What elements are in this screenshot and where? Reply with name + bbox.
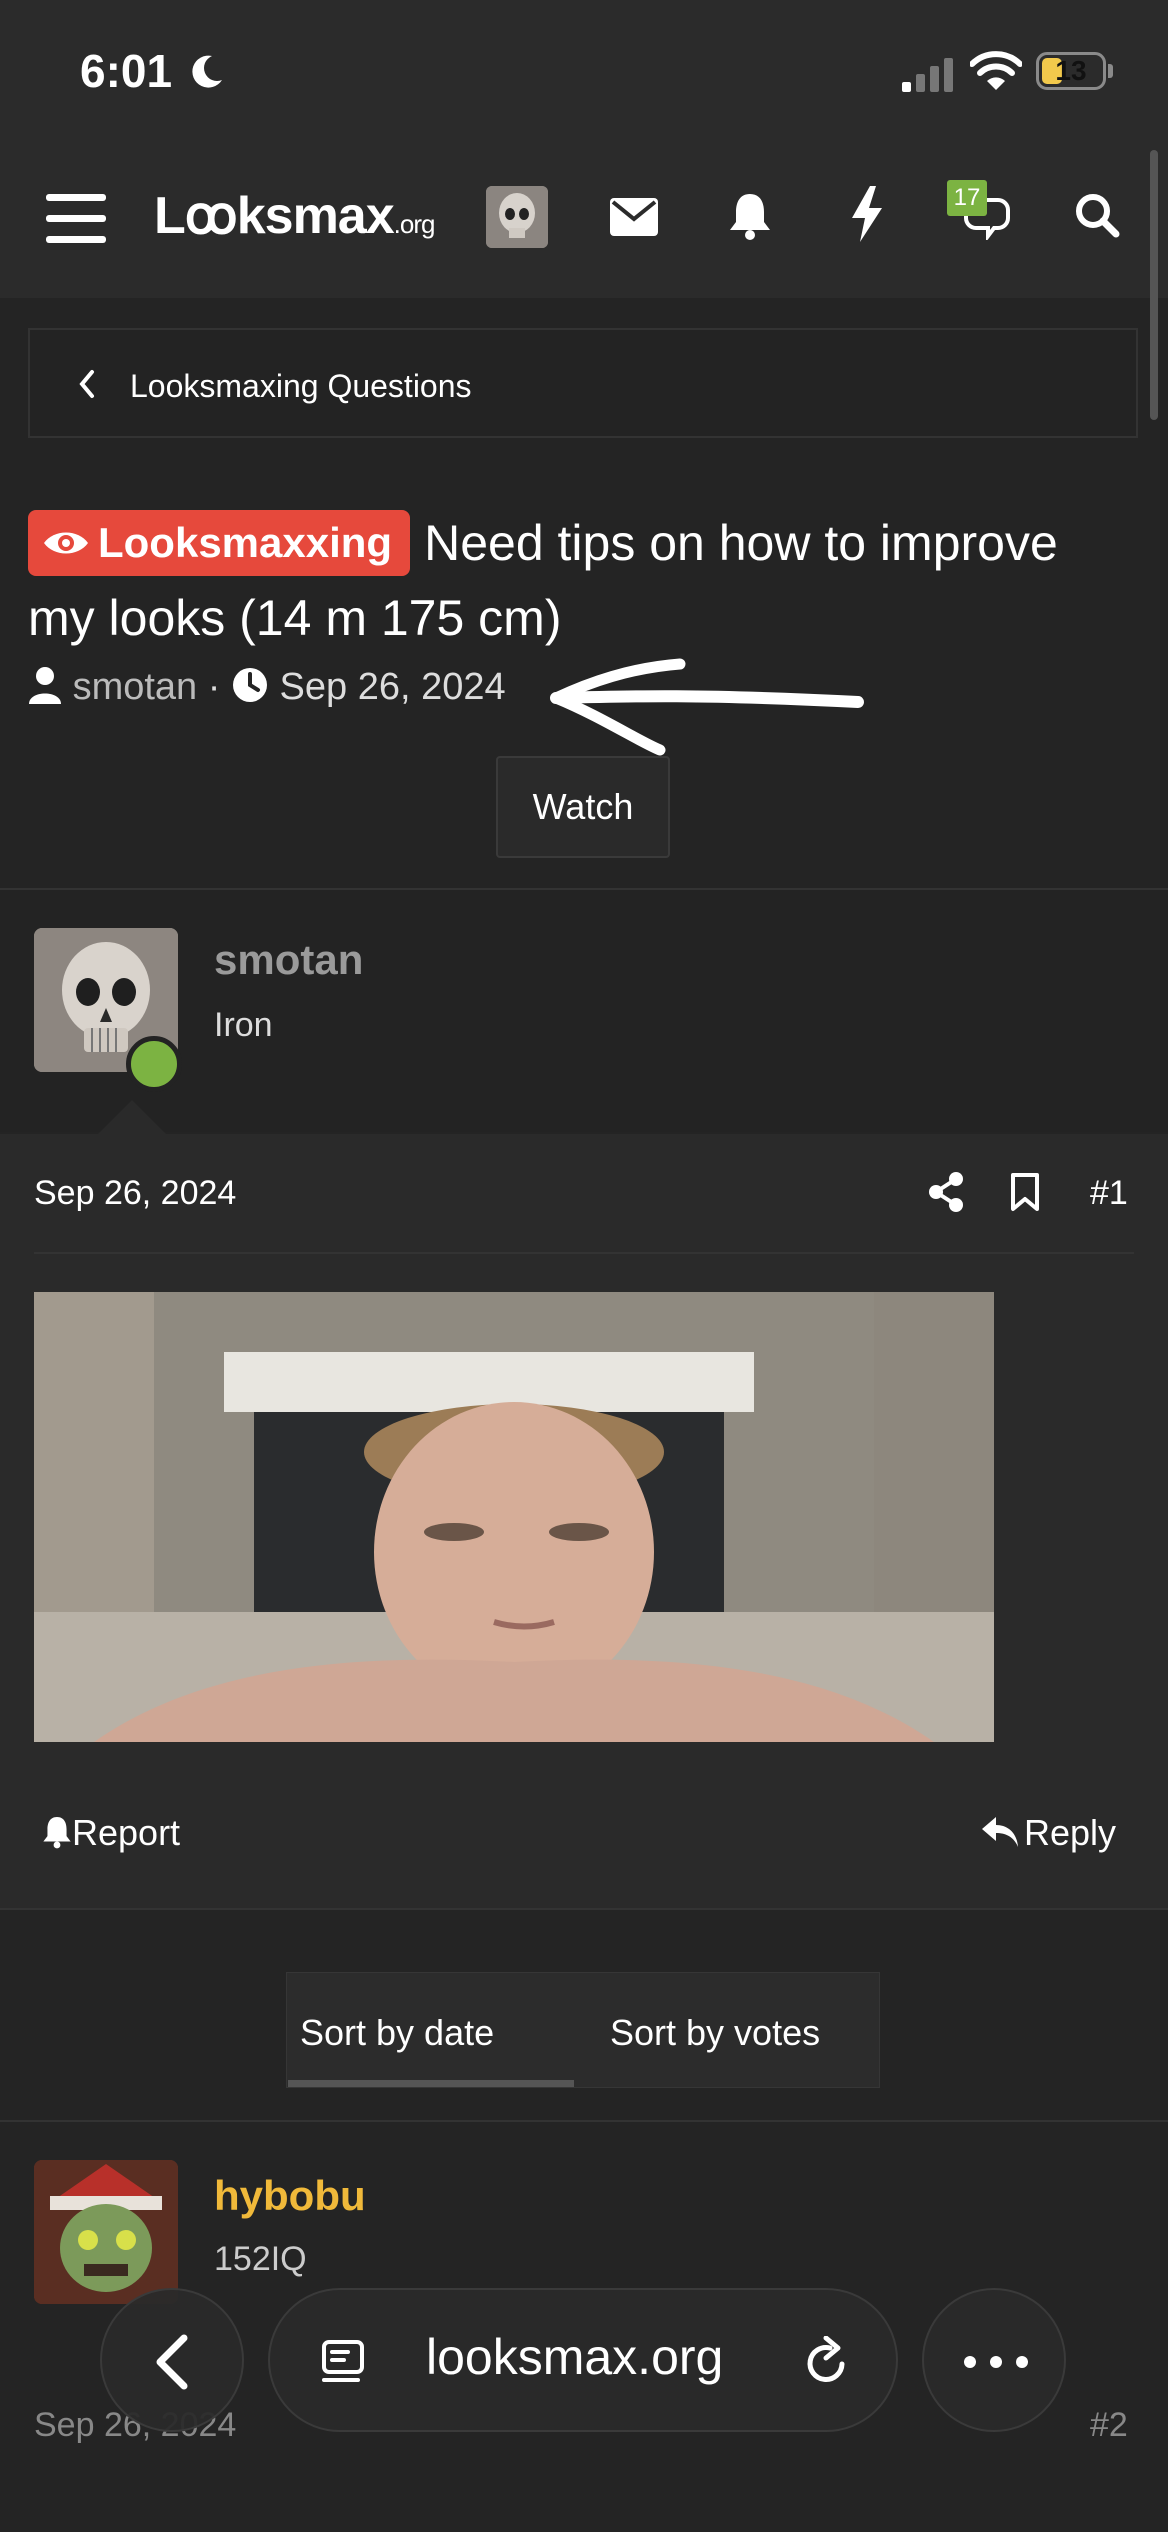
clock-icon bbox=[232, 667, 267, 702]
reply-button[interactable]: Reply bbox=[980, 1812, 1116, 1854]
more-dot bbox=[964, 2356, 976, 2368]
post-1-user-title: Iron bbox=[214, 1006, 273, 1044]
menu-icon[interactable] bbox=[46, 190, 106, 246]
divider bbox=[0, 1908, 1168, 1910]
post-2-user-title: 152IQ bbox=[214, 2240, 307, 2278]
post-pointer-notch bbox=[96, 1100, 168, 1136]
post-1-username[interactable]: smotan bbox=[214, 936, 363, 984]
chevron-left-icon bbox=[79, 370, 94, 398]
hand-drawn-arrow-annotation bbox=[550, 658, 864, 756]
battery-cap bbox=[1108, 64, 1113, 78]
address-bar-url: looksmax.org bbox=[426, 2329, 724, 2385]
page-scrollbar[interactable] bbox=[1150, 150, 1158, 420]
watch-button[interactable]: Watch bbox=[496, 756, 670, 858]
sort-by-votes-tab[interactable]: Sort by votes bbox=[610, 2012, 820, 2054]
bell-icon bbox=[43, 1817, 71, 1849]
post-1-number[interactable]: #1 bbox=[1090, 1174, 1128, 1213]
more-dot bbox=[990, 2356, 1002, 2368]
thread-meta: smotan · Sep 26, 2024 bbox=[28, 666, 506, 709]
eye-icon bbox=[44, 532, 88, 554]
zombie-avatar-icon bbox=[34, 2160, 178, 2304]
thread-prefix-badge[interactable]: Looksmaxxing bbox=[28, 509, 411, 576]
user-icon bbox=[29, 666, 61, 704]
post-1-date[interactable]: Sep 26, 2024 bbox=[34, 1174, 236, 1213]
conversations-badge: 17 bbox=[947, 180, 987, 216]
more-dot bbox=[1016, 2356, 1028, 2368]
thread-author[interactable]: smotan bbox=[73, 666, 198, 708]
skull-avatar-icon bbox=[486, 186, 548, 248]
lightning-icon[interactable] bbox=[850, 186, 884, 242]
search-icon[interactable] bbox=[1074, 192, 1120, 238]
browser-back-button[interactable] bbox=[100, 2288, 244, 2432]
status-time: 6:01 bbox=[80, 45, 173, 97]
thread-prefix-label: Looksmaxxing bbox=[98, 518, 393, 566]
breadcrumb-label: Looksmaxing Questions bbox=[130, 368, 472, 404]
online-status-dot bbox=[126, 1036, 182, 1092]
reply-arrow-icon bbox=[982, 1817, 1018, 1848]
post-2-username[interactable]: hybobu bbox=[214, 2172, 366, 2220]
report-button[interactable]: Report bbox=[42, 1812, 180, 1854]
account-avatar[interactable] bbox=[486, 186, 548, 248]
post-2-number[interactable]: #2 bbox=[1090, 2406, 1128, 2445]
mail-icon[interactable] bbox=[610, 198, 658, 236]
post-1-attached-photo[interactable] bbox=[34, 1292, 994, 1742]
bell-icon[interactable] bbox=[728, 192, 772, 240]
thread-date[interactable]: Sep 26, 2024 bbox=[280, 666, 506, 708]
post-2-avatar[interactable] bbox=[34, 2160, 178, 2304]
breadcrumb[interactable]: Looksmaxing Questions bbox=[28, 328, 1138, 438]
divider bbox=[0, 2120, 1168, 2122]
moon-icon bbox=[192, 55, 222, 88]
battery-level: 13 bbox=[1055, 55, 1087, 86]
divider bbox=[34, 1252, 1134, 1254]
logo-text: Lꝏksmax bbox=[154, 187, 395, 245]
bookmark-icon[interactable] bbox=[1010, 1172, 1040, 1212]
share-icon[interactable] bbox=[928, 1172, 964, 1212]
reload-icon[interactable] bbox=[802, 2336, 852, 2388]
browser-more-button[interactable] bbox=[922, 2288, 1066, 2432]
battery-indicator: 13 bbox=[1036, 52, 1106, 90]
logo-suffix: .org bbox=[393, 209, 436, 239]
cellular-signal-icon bbox=[902, 58, 953, 92]
active-tab-underline bbox=[288, 2080, 574, 2087]
sort-by-date-tab[interactable]: Sort by date bbox=[300, 2012, 494, 2054]
site-logo[interactable]: Lꝏksmax.org bbox=[154, 186, 436, 246]
chevron-left-icon bbox=[156, 2334, 188, 2390]
thread-title-block: Looksmaxxing Need tips on how to improve… bbox=[28, 506, 1138, 656]
wifi-icon bbox=[970, 51, 1022, 90]
meta-separator: · bbox=[207, 666, 221, 708]
selfie-photo bbox=[34, 1292, 994, 1742]
report-label: Report bbox=[72, 1812, 181, 1853]
reply-label: Reply bbox=[1024, 1812, 1117, 1853]
tabs-overview-icon bbox=[322, 2340, 364, 2382]
